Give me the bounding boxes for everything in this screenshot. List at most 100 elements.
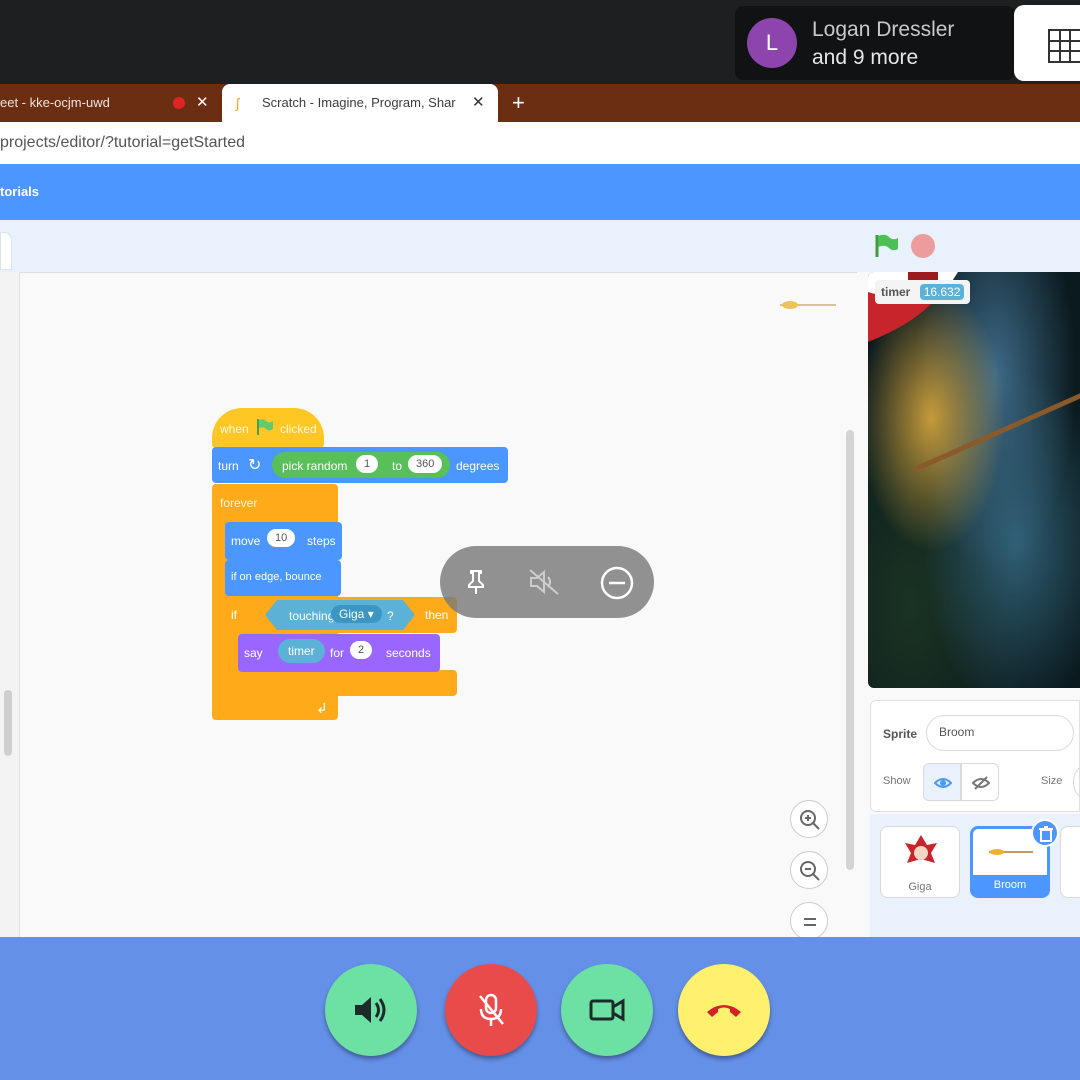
block-label-clicked: clicked: [280, 422, 317, 436]
avatar: L: [747, 18, 797, 68]
block-label-steps: steps: [307, 534, 336, 548]
url-text[interactable]: projects/editor/?tutorial=getStarted: [0, 134, 245, 152]
delete-sprite-button[interactable]: [1031, 819, 1059, 847]
sprite-list: Giga Broom: [870, 814, 1080, 937]
remove-icon[interactable]: [600, 566, 634, 600]
speaker-button[interactable]: [325, 964, 417, 1056]
block-label-turn: turn: [218, 459, 239, 473]
stage-canvas[interactable]: timer 16.632: [868, 272, 1080, 688]
eye-off-icon: [972, 776, 990, 790]
if-then-block[interactable]: if touching Giga ▾ ? then: [225, 597, 457, 633]
block-label-for: for: [330, 646, 345, 660]
block-label-if: if: [231, 608, 237, 622]
scratch-menu-bar: torials: [0, 164, 1080, 220]
browser-tab-strip: eet - kke-ocjm-uwd ✕ ʃ Scratch - Imagine…: [0, 84, 1080, 122]
move-steps-input[interactable]: 10: [267, 529, 296, 547]
browser-tab-scratch[interactable]: ʃ Scratch - Imagine, Program, Shar ✕: [222, 84, 498, 122]
say-seconds-input[interactable]: 2: [350, 641, 373, 659]
sprite-name-input[interactable]: Broom: [926, 715, 1074, 751]
code-tab[interactable]: [0, 232, 12, 270]
block-label-touching: touching: [289, 609, 335, 623]
sprite-tile-giga[interactable]: Giga: [880, 826, 960, 898]
microphone-button[interactable]: [445, 964, 537, 1056]
pin-icon[interactable]: [462, 568, 490, 596]
timer-monitor[interactable]: timer 16.632: [875, 280, 971, 304]
zoom-out-button[interactable]: [790, 851, 828, 889]
call-controls-bar: [0, 937, 1080, 1080]
equals-icon: [804, 918, 816, 926]
random-to-input[interactable]: 360: [408, 455, 443, 473]
hang-up-button[interactable]: [678, 964, 770, 1056]
block-label-move: move: [231, 534, 261, 548]
zoom-in-button[interactable]: [790, 800, 828, 838]
block-label-to: to: [392, 459, 403, 473]
browser-tab-meet[interactable]: eet - kke-ocjm-uwd ✕: [0, 84, 220, 122]
sprite-tile-broom[interactable]: Broom: [970, 819, 1059, 898]
rotate-clockwise-icon: ↻: [248, 457, 262, 474]
touching-block[interactable]: touching Giga ▾ ?: [265, 600, 415, 630]
show-sprite-button[interactable]: [923, 763, 961, 801]
move-steps-block[interactable]: move 10 steps: [225, 522, 342, 560]
zoom-reset-button[interactable]: [790, 902, 828, 940]
block-label-say: say: [244, 646, 263, 660]
hide-sprite-button[interactable]: [961, 763, 999, 801]
menu-tutorials[interactable]: torials: [0, 184, 39, 199]
block-label-question: ?: [387, 609, 394, 623]
block-label-when: when: [220, 422, 249, 436]
grid-layout-button[interactable]: [1014, 5, 1080, 81]
stop-button[interactable]: [911, 234, 935, 258]
block-palette-edge: [0, 272, 20, 937]
pick-random-block[interactable]: pick random 1 to 360: [272, 452, 450, 478]
block-label-pick-random: pick random: [282, 459, 348, 473]
sprite-tile-label: Giga: [908, 881, 932, 893]
close-tab-icon[interactable]: ✕: [472, 84, 485, 122]
speaker-icon: [355, 997, 386, 1023]
tab-title: Scratch - Imagine, Program, Shar: [262, 95, 456, 110]
green-flag-icon: [257, 419, 273, 435]
touching-target-value: Giga: [339, 607, 365, 621]
grid-icon: [1048, 29, 1080, 63]
zoom-out-icon: [800, 861, 820, 881]
zoom-in-icon: [800, 810, 820, 830]
giga-sprite-icon: [905, 835, 937, 863]
turn-block[interactable]: turn ↻ pick random 1 to 360 degrees: [212, 447, 508, 483]
block-label-then: then: [425, 608, 449, 622]
camera-button[interactable]: [561, 964, 653, 1056]
camera-icon: [589, 998, 625, 1022]
workspace-scrollbar[interactable]: [846, 430, 854, 870]
bounce-block[interactable]: if on edge, bounce: [225, 560, 341, 596]
sprite-tile-partial[interactable]: [1060, 826, 1080, 898]
sprite-label: Sprite: [883, 727, 918, 741]
participant-chip[interactable]: L Logan Dressler and 9 more: [735, 6, 1015, 80]
editor-tab-row: [0, 220, 860, 272]
participant-more-count: and 9 more: [812, 46, 919, 69]
new-tab-button[interactable]: +: [512, 84, 525, 122]
if-block-footer: [225, 670, 457, 696]
tile-hover-controls: [440, 546, 654, 618]
address-bar[interactable]: projects/editor/?tutorial=getStarted: [0, 122, 1080, 164]
touching-target-dropdown[interactable]: Giga ▾: [331, 605, 382, 623]
forever-label: forever: [220, 496, 258, 510]
block-label-seconds: seconds: [386, 646, 431, 660]
block-label-degrees: degrees: [456, 459, 500, 473]
eye-icon: [934, 778, 952, 788]
timer-reporter[interactable]: timer: [278, 639, 325, 663]
broom-sprite-thumbnail-icon: [780, 301, 836, 309]
block-label-bounce: if on edge, bounce: [231, 571, 322, 583]
say-for-seconds-block[interactable]: say timer for 2 seconds: [238, 634, 440, 672]
trash-icon: [1039, 826, 1053, 842]
monitor-value: 16.632: [919, 284, 965, 300]
tab-title: eet - kke-ocjm-uwd: [0, 95, 110, 110]
sprite-tile-label: Broom: [973, 875, 1047, 895]
scratch-favicon-icon: ʃ: [236, 95, 240, 111]
broom-sprite-icon: [989, 849, 1033, 855]
size-input[interactable]: [1073, 763, 1080, 801]
mic-off-icon: [479, 993, 504, 1026]
green-flag-icon[interactable]: [873, 233, 899, 259]
palette-scrollbar[interactable]: [4, 690, 12, 756]
participant-name: Logan Dressler: [812, 18, 955, 41]
mute-icon[interactable]: [528, 568, 562, 596]
random-from-input[interactable]: 1: [356, 455, 379, 473]
when-flag-clicked-block[interactable]: when clicked: [212, 408, 324, 448]
close-tab-icon[interactable]: ✕: [196, 84, 209, 122]
